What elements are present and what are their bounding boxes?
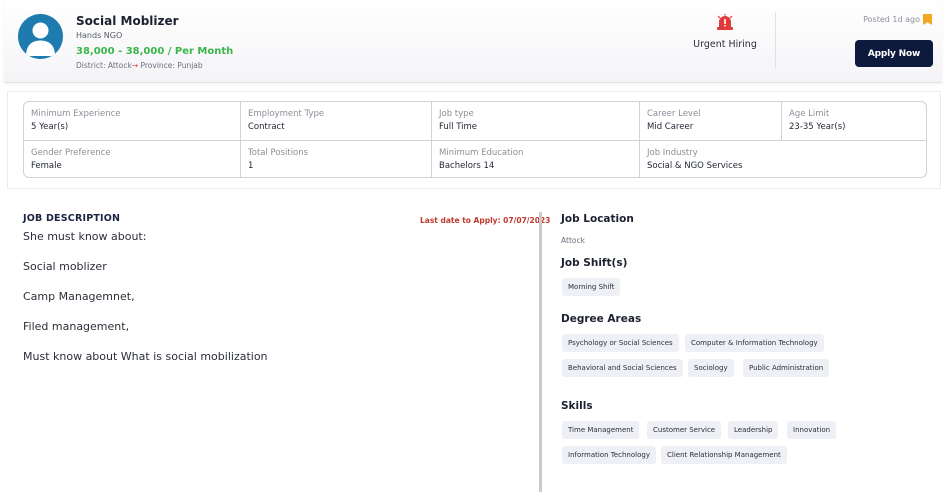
info-value: Female (31, 161, 62, 171)
last-date-to-apply: Last date to Apply: 07/07/2023 (420, 216, 551, 225)
info-cell-min-education: Minimum Education Bachelors 14 (432, 140, 640, 177)
info-label: Employment Type (248, 109, 325, 119)
district-text: District: Attock (76, 61, 132, 70)
info-cell-career-level: Career Level Mid Career (640, 102, 782, 140)
info-cell-job-industry: Job Industry Social & NGO Services (640, 140, 926, 177)
degree-chip: Computer & Information Technology (685, 334, 824, 352)
info-label: Job Industry (647, 148, 698, 158)
info-value: Social & NGO Services (647, 161, 743, 171)
job-header-card: Social Moblizer Hands NGO 38,000 - 38,00… (4, 2, 942, 83)
description-line: Filed management, (23, 320, 130, 333)
info-value: 23-35 Year(s) (789, 122, 846, 132)
info-label: Total Positions (248, 148, 309, 158)
info-label: Career Level (647, 109, 701, 119)
posted-text: Posted 1d ago (863, 15, 920, 24)
degree-chip: Public Administration (743, 359, 830, 377)
degree-chip: Psychology or Social Sciences (562, 334, 679, 352)
description-line: She must know about: (23, 230, 147, 243)
header-divider (775, 12, 776, 68)
description-line: Social moblizer (23, 260, 107, 273)
info-label: Minimum Education (439, 148, 524, 158)
job-title[interactable]: Social Moblizer (76, 14, 179, 28)
description-line: Must know about What is social mobilizat… (23, 350, 268, 363)
bookmark-icon[interactable] (923, 14, 932, 25)
description-line: Camp Managemnet, (23, 290, 135, 303)
info-value: Contract (248, 122, 285, 132)
info-cell-age-limit: Age Limit 23-35 Year(s) (782, 102, 926, 140)
info-label: Age Limit (789, 109, 830, 119)
province-text: Province: Punjab (138, 61, 203, 70)
info-cell-min-experience: Minimum Experience 5 Year(s) (24, 102, 241, 140)
job-info-grid: Minimum Experience 5 Year(s) Employment … (23, 101, 927, 178)
info-cell-total-positions: Total Positions 1 (241, 140, 432, 177)
info-value: 1 (248, 161, 254, 171)
info-cell-gender: Gender Preference Female (24, 140, 241, 177)
skill-chip: Client Relationship Management (661, 446, 787, 464)
urgent-hiring-badge: Urgent Hiring (680, 14, 770, 50)
user-avatar-icon (18, 14, 63, 59)
degree-areas-heading: Degree Areas (561, 313, 642, 325)
salary-range: 38,000 - 38,000 / Per Month (76, 46, 234, 57)
degree-chip: Behavioral and Social Sciences (562, 359, 683, 377)
info-label: Job type (439, 109, 474, 119)
job-shift-heading: Job Shift(s) (561, 257, 628, 269)
siren-icon (717, 14, 733, 30)
apply-now-button[interactable]: Apply Now (855, 40, 933, 67)
info-cell-job-type: Job type Full Time (432, 102, 640, 140)
skill-chip: Customer Service (647, 421, 722, 439)
skill-chip: Leadership (728, 421, 779, 439)
info-value: Full Time (439, 122, 478, 132)
job-description-heading: JOB DESCRIPTION (23, 213, 121, 224)
job-location-value: Attock (561, 236, 585, 245)
info-label: Minimum Experience (31, 109, 121, 119)
urgent-hiring-label: Urgent Hiring (693, 39, 757, 50)
description-scrollbar[interactable] (539, 212, 542, 492)
info-value: Mid Career (647, 122, 694, 132)
degree-chip: Sociology (688, 359, 734, 377)
skill-chip: Time Management (562, 421, 640, 439)
info-label: Gender Preference (31, 148, 111, 158)
posted-time: Posted 1d ago (863, 14, 932, 25)
info-cell-employment-type: Employment Type Contract (241, 102, 432, 140)
job-location-line: District: Attock→ Province: Punjab (76, 61, 203, 70)
company-name[interactable]: Hands NGO (76, 31, 122, 40)
info-value: Bachelors 14 (439, 161, 495, 171)
job-location-heading: Job Location (561, 213, 634, 225)
info-value: 5 Year(s) (31, 122, 69, 132)
shift-chip: Morning Shift (562, 278, 621, 296)
skills-heading: Skills (561, 400, 593, 412)
skill-chip: Innovation (787, 421, 837, 439)
skill-chip: Information Technology (562, 446, 656, 464)
